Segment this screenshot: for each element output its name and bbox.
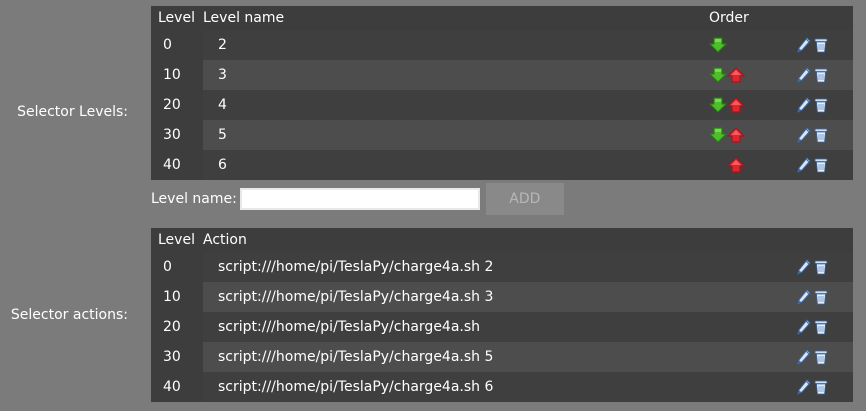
edit-pencil-icon[interactable] [797, 157, 811, 173]
action-level-value: 10 [151, 282, 203, 312]
action-level-value: 0 [151, 252, 203, 282]
level-name-input[interactable] [239, 188, 480, 210]
level-row: 10 3 [151, 60, 853, 90]
edit-pencil-icon[interactable] [797, 319, 811, 335]
level-name: 2 [203, 30, 709, 60]
level-row-actions [784, 60, 853, 90]
actions-header-buttons [784, 228, 853, 252]
empty-slot [709, 157, 727, 173]
action-command: script:///home/pi/TeslaPy/charge4a.sh 6 [203, 372, 784, 402]
selector-actions-table: Level Action 0 script:///home/pi/TeslaPy/… [151, 228, 853, 402]
delete-trash-icon[interactable] [814, 379, 828, 395]
delete-trash-icon[interactable] [814, 157, 828, 173]
level-row: 20 4 [151, 90, 853, 120]
levels-header-actions [784, 6, 853, 30]
edit-pencil-icon[interactable] [797, 127, 811, 143]
action-row-actions [784, 342, 853, 372]
actions-header-row: Level Action [151, 228, 853, 252]
action-row: 0 script:///home/pi/TeslaPy/charge4a.sh 2 [151, 252, 853, 282]
action-row-actions [784, 312, 853, 342]
move-down-arrow-icon[interactable] [709, 67, 727, 83]
move-down-arrow-icon[interactable] [709, 37, 727, 53]
delete-trash-icon[interactable] [814, 319, 828, 335]
order-controls [709, 90, 784, 120]
level-name-form: Level name: ADD [151, 183, 564, 215]
level-row-actions [784, 150, 853, 180]
action-row: 40 script:///home/pi/TeslaPy/charge4a.sh … [151, 372, 853, 402]
level-value: 0 [151, 30, 203, 60]
order-controls [709, 150, 784, 180]
level-value: 30 [151, 120, 203, 150]
actions-header-level: Level [151, 228, 203, 252]
edit-pencil-icon[interactable] [797, 37, 811, 53]
action-command: script:///home/pi/TeslaPy/charge4a.sh [203, 312, 784, 342]
edit-pencil-icon[interactable] [797, 259, 811, 275]
delete-trash-icon[interactable] [814, 289, 828, 305]
level-name: 6 [203, 150, 709, 180]
level-row: 40 6 [151, 150, 853, 180]
action-level-value: 40 [151, 372, 203, 402]
action-row: 20 script:///home/pi/TeslaPy/charge4a.sh [151, 312, 853, 342]
levels-header-level: Level [151, 6, 203, 30]
edit-pencil-icon[interactable] [797, 289, 811, 305]
add-level-button[interactable]: ADD [485, 183, 564, 215]
action-command: script:///home/pi/TeslaPy/charge4a.sh 2 [203, 252, 784, 282]
delete-trash-icon[interactable] [814, 67, 828, 83]
move-up-arrow-icon[interactable] [727, 127, 745, 143]
level-row-actions [784, 30, 853, 60]
action-row: 30 script:///home/pi/TeslaPy/charge4a.sh … [151, 342, 853, 372]
selector-levels-table: Level Level name Order 0 2 10 3 20 4 30 5 40 6 [151, 6, 853, 180]
delete-trash-icon[interactable] [814, 259, 828, 275]
delete-trash-icon[interactable] [814, 97, 828, 113]
move-up-arrow-icon[interactable] [727, 157, 745, 173]
level-value: 10 [151, 60, 203, 90]
delete-trash-icon[interactable] [814, 127, 828, 143]
actions-header-action: Action [203, 228, 784, 252]
level-value: 20 [151, 90, 203, 120]
action-row: 10 script:///home/pi/TeslaPy/charge4a.sh … [151, 282, 853, 312]
level-value: 40 [151, 150, 203, 180]
move-down-arrow-icon[interactable] [709, 97, 727, 113]
level-row: 02 [151, 30, 853, 60]
action-level-value: 30 [151, 342, 203, 372]
selector-levels-label: Selector Levels: [17, 104, 128, 120]
level-row-actions [784, 120, 853, 150]
level-name-label: Level name: [151, 191, 237, 207]
levels-header-name: Level name [203, 6, 709, 30]
levels-header-row: Level Level name Order [151, 6, 853, 30]
action-command: script:///home/pi/TeslaPy/charge4a.sh 5 [203, 342, 784, 372]
move-up-arrow-icon[interactable] [727, 97, 745, 113]
edit-pencil-icon[interactable] [797, 67, 811, 83]
edit-pencil-icon[interactable] [797, 379, 811, 395]
order-controls [709, 120, 784, 150]
order-controls [709, 60, 784, 90]
delete-trash-icon[interactable] [814, 37, 828, 53]
delete-trash-icon[interactable] [814, 349, 828, 365]
move-up-arrow-icon[interactable] [727, 67, 745, 83]
action-level-value: 20 [151, 312, 203, 342]
level-row-actions [784, 90, 853, 120]
action-row-actions [784, 252, 853, 282]
level-name: 3 [203, 60, 709, 90]
levels-header-order: Order [709, 6, 784, 30]
selector-actions-label: Selector actions: [10, 307, 128, 323]
move-down-arrow-icon[interactable] [709, 127, 727, 143]
edit-pencil-icon[interactable] [797, 349, 811, 365]
level-name: 4 [203, 90, 709, 120]
order-controls [709, 30, 784, 60]
level-name: 5 [203, 120, 709, 150]
action-row-actions [784, 282, 853, 312]
level-row: 30 5 [151, 120, 853, 150]
action-row-actions [784, 372, 853, 402]
edit-pencil-icon[interactable] [797, 97, 811, 113]
action-command: script:///home/pi/TeslaPy/charge4a.sh 3 [203, 282, 784, 312]
